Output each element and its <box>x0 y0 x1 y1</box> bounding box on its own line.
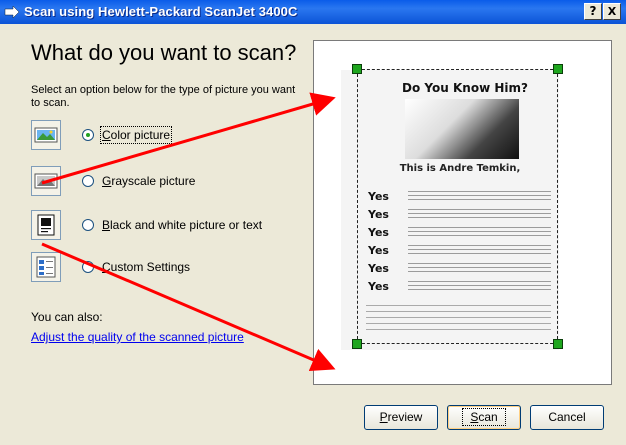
option-color-picture[interactable]: Color picture <box>31 120 311 150</box>
custom-settings-radio[interactable] <box>82 261 94 273</box>
adjust-quality-link[interactable]: Adjust the quality of the scanned pictur… <box>31 330 244 344</box>
you-can-also-label: You can also: <box>31 310 103 324</box>
selection-handle-top-right[interactable] <box>553 64 563 74</box>
cancel-button[interactable]: Cancel <box>530 405 604 430</box>
window-title: Scan using Hewlett-Packard ScanJet 3400C <box>24 4 298 19</box>
option-black-white[interactable]: Black and white picture or text <box>31 210 311 240</box>
black-white-label[interactable]: Black and white picture or text <box>102 218 262 232</box>
grayscale-picture-icon[interactable] <box>31 166 61 196</box>
black-white-radio[interactable] <box>82 219 94 231</box>
selection-handle-bottom-right[interactable] <box>553 339 563 349</box>
grayscale-picture-label[interactable]: Grayscale picture <box>102 174 195 188</box>
title-bar[interactable]: Scan using Hewlett-Packard ScanJet 3400C… <box>0 0 626 24</box>
grayscale-picture-radio[interactable] <box>82 175 94 187</box>
help-button[interactable]: ? <box>584 3 602 20</box>
color-picture-label[interactable]: Color picture <box>99 126 173 144</box>
selection-handle-top-left[interactable] <box>352 64 362 74</box>
scanner-arrow-icon <box>4 5 20 19</box>
color-picture-radio[interactable] <box>82 129 94 141</box>
instructions-text: Select an option below for the type of p… <box>31 84 296 109</box>
page-heading: What do you want to scan? <box>31 40 297 65</box>
custom-settings-icon[interactable] <box>31 252 61 282</box>
option-custom-settings[interactable]: Custom Settings <box>31 252 311 282</box>
option-grayscale-picture[interactable]: Grayscale picture <box>31 166 311 196</box>
preview-button[interactable]: Preview <box>364 405 438 430</box>
scan-button[interactable]: Scan <box>447 405 521 430</box>
close-button[interactable]: X <box>603 3 621 20</box>
custom-settings-label[interactable]: Custom Settings <box>102 260 190 274</box>
selection-handle-bottom-left[interactable] <box>352 339 362 349</box>
scan-button-label: Scan <box>462 408 506 426</box>
scan-selection-box[interactable] <box>357 69 558 344</box>
black-white-picture-icon[interactable] <box>31 210 61 240</box>
color-picture-icon[interactable] <box>31 120 61 150</box>
scan-dialog: Scan using Hewlett-Packard ScanJet 3400C… <box>0 0 626 445</box>
